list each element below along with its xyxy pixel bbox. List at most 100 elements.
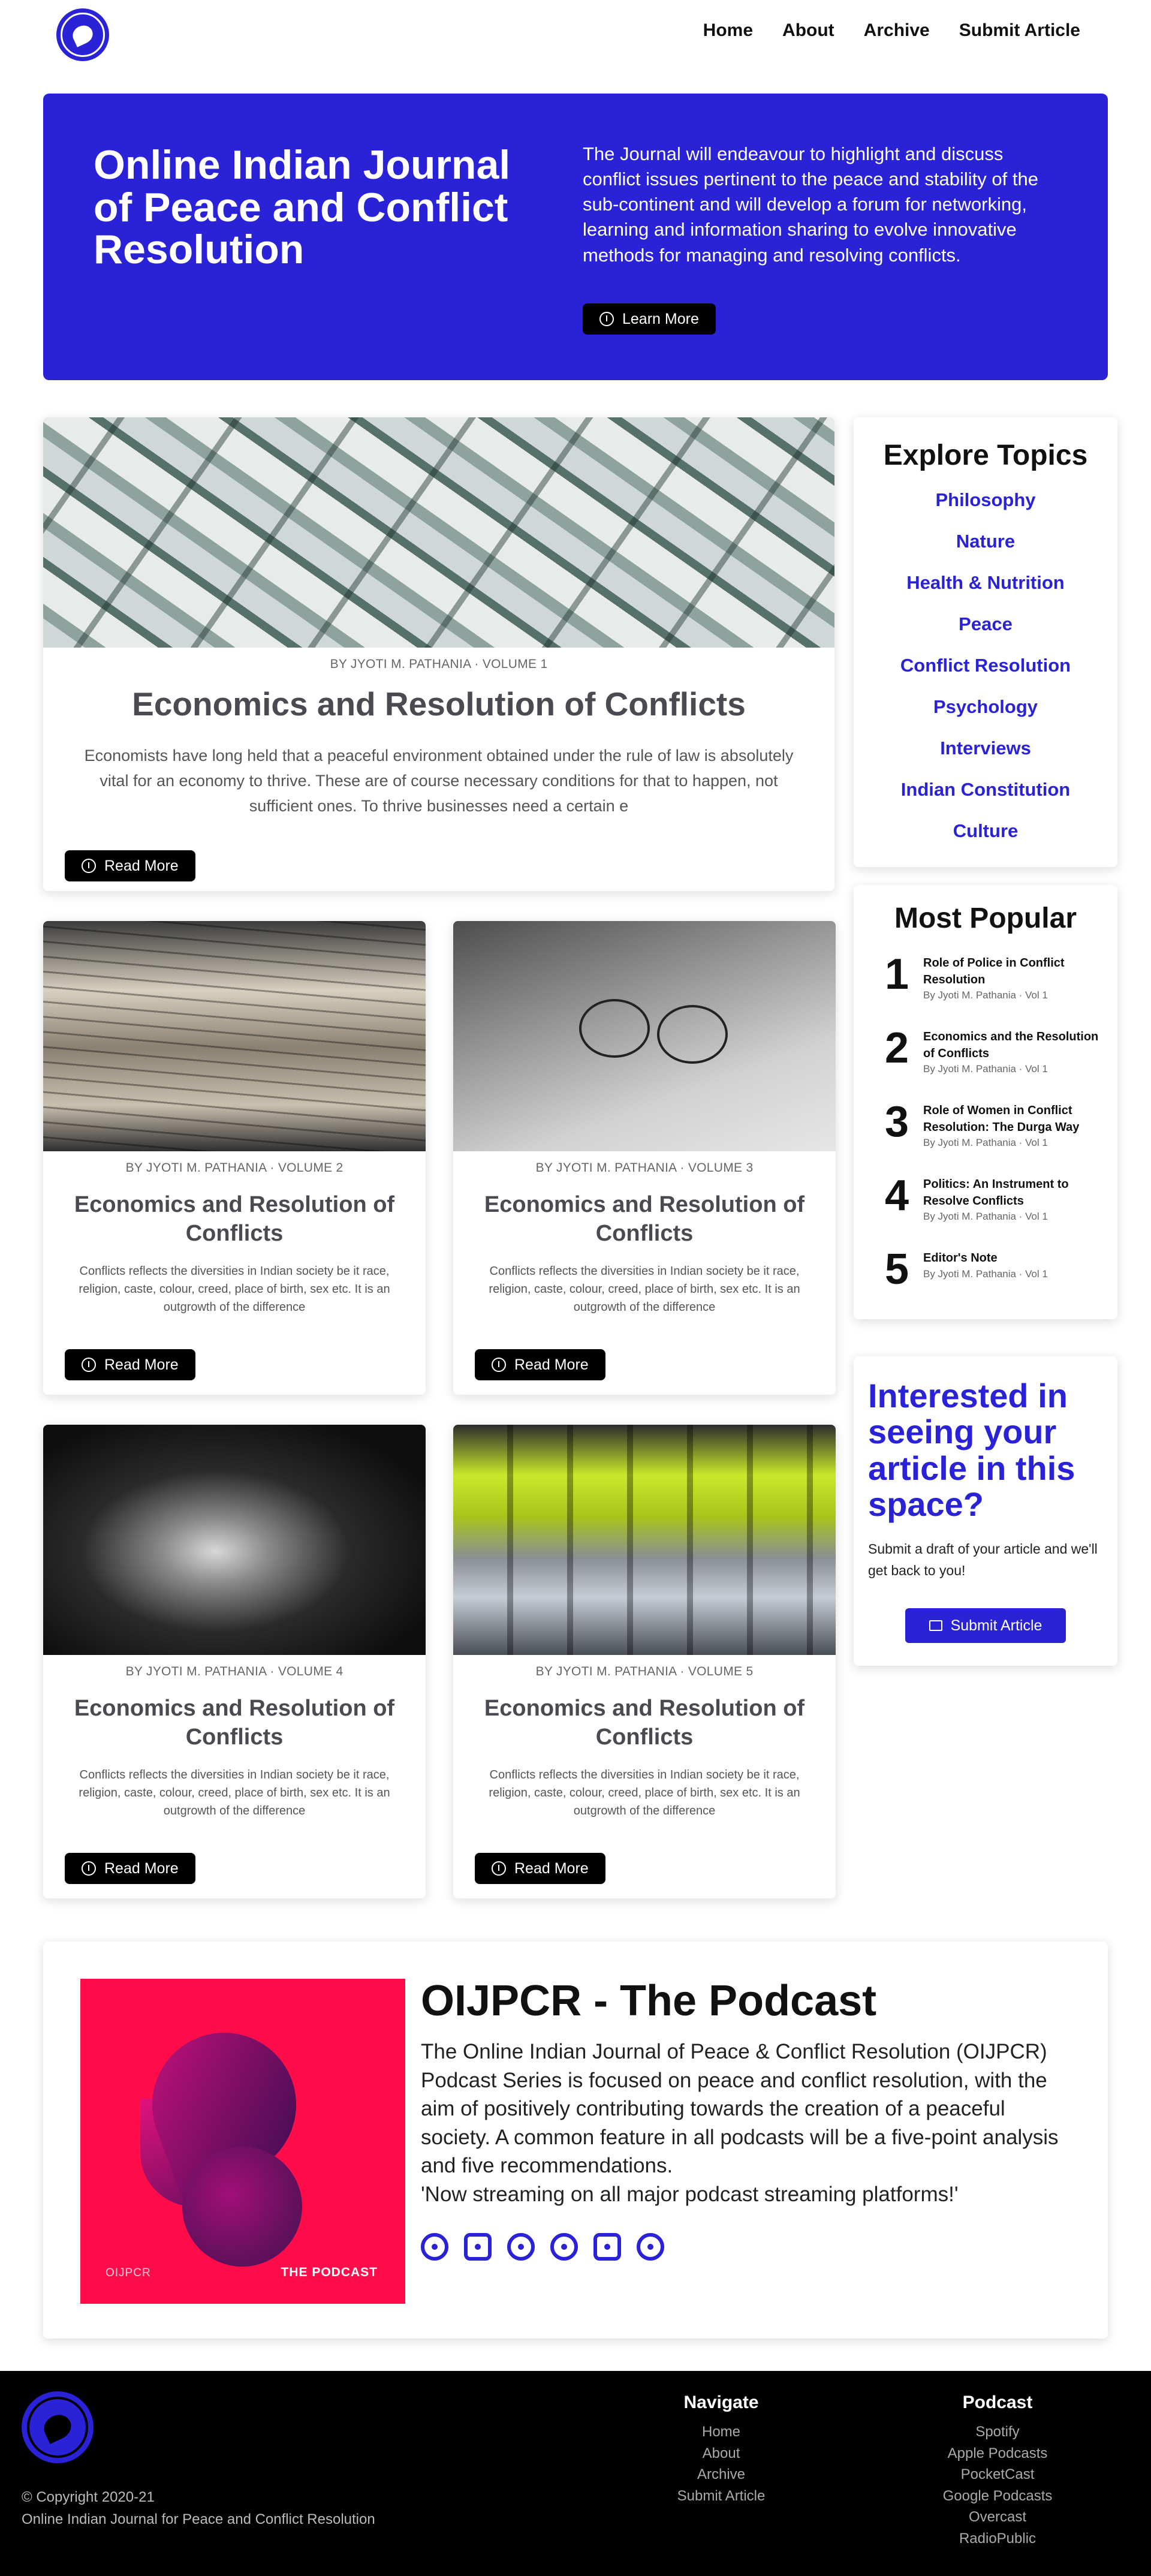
nav-about[interactable]: About [782, 20, 834, 40]
topic-culture[interactable]: Culture [854, 817, 1117, 859]
featured-article-image [43, 417, 834, 648]
article-byline: BY JYOTI M. PATHANIA · VOLUME 2 [125, 1161, 344, 1175]
popular-title[interactable]: Economics and the Resolution of Conflict… [923, 1029, 1103, 1062]
topic-interviews[interactable]: Interviews [854, 735, 1117, 776]
topic-conflict-resolution[interactable]: Conflict Resolution [854, 652, 1117, 693]
read-more-label: Read More [104, 1356, 179, 1373]
radiopublic-icon[interactable] [593, 2233, 621, 2261]
popular-title[interactable]: Role of Women in Conflict Resolution: Th… [923, 1103, 1103, 1136]
nav-submit-article[interactable]: Submit Article [959, 20, 1080, 40]
newspapers-image [43, 921, 426, 1151]
apple-podcasts-icon[interactable] [464, 2233, 492, 2261]
footer-link-about[interactable]: About [665, 2443, 777, 2464]
popular-title[interactable]: Role of Police in Conflict Resolution [923, 955, 1103, 988]
popular-item[interactable]: 5 Editor's Note By Jyoti M. Pathania · Vo… [854, 1245, 1117, 1319]
footer-link-home[interactable]: Home [665, 2421, 777, 2443]
nav-home[interactable]: Home [703, 20, 753, 40]
read-more-button[interactable]: Read More [65, 850, 195, 881]
popular-meta: By Jyoti M. Pathania · Vol 1 [923, 1063, 1048, 1075]
footer-link-archive[interactable]: Archive [665, 2464, 777, 2485]
read-more-button[interactable]: Read More [65, 1349, 195, 1380]
popular-item[interactable]: 2 Economics and the Resolution of Confli… [854, 1027, 1117, 1103]
popular-title[interactable]: Politics: An Instrument to Resolve Confl… [923, 1176, 1103, 1209]
read-more-button[interactable]: Read More [475, 1349, 605, 1380]
footer-link-spotify[interactable]: Spotify [928, 2421, 1067, 2443]
hero-title: Online Indian Journal of Peace and Confl… [94, 142, 511, 273]
popular-item[interactable]: 4 Politics: An Instrument to Resolve Con… [854, 1172, 1117, 1250]
topic-health-nutrition[interactable]: Health & Nutrition [854, 569, 1117, 610]
popular-item[interactable]: 3 Role of Women in Conflict Resolution: … [854, 1098, 1117, 1176]
read-more-label: Read More [514, 1356, 589, 1373]
submit-cta-title: Interested in seeing your article in thi… [868, 1377, 1075, 1524]
explore-topics-title: Explore Topics [883, 440, 1088, 471]
popular-rank: 3 [885, 1098, 909, 1146]
read-more-button[interactable]: Read More [65, 1853, 195, 1884]
submit-article-label: Submit Article [950, 1617, 1042, 1634]
footer-link-apple-podcasts[interactable]: Apple Podcasts [928, 2443, 1067, 2464]
featured-article-card[interactable]: BY JYOTI M. PATHANIA · VOLUME 1 Economic… [43, 417, 834, 891]
logo-ring [61, 13, 105, 57]
popular-rank: 5 [885, 1245, 909, 1293]
hero-banner: Online Indian Journal of Peace and Confl… [43, 94, 1108, 380]
read-more-label: Read More [104, 1859, 179, 1877]
footer-podcast-title: Podcast [962, 2393, 1033, 2412]
dove-art-shape [182, 2147, 302, 2267]
top-navbar: Home About Archive Submit Article [0, 0, 1151, 72]
popular-meta: By Jyoti M. Pathania · Vol 1 [923, 1137, 1048, 1149]
article-title[interactable]: Economics and Resolution of Conflicts [43, 685, 834, 723]
learn-more-button[interactable]: Learn More [583, 303, 716, 335]
article-title[interactable]: Economics and Resolution of Conflicts [67, 1695, 402, 1752]
article-card-volume-4[interactable]: BY JYOTI M. PATHANIA · VOLUME 4 Economic… [43, 1425, 426, 1898]
read-more-label: Read More [104, 857, 179, 874]
footer-link-google-podcasts[interactable]: Google Podcasts [928, 2485, 1067, 2507]
site-logo[interactable] [56, 8, 109, 61]
read-more-button[interactable]: Read More [475, 1853, 605, 1884]
podcast-description-text: The Online Indian Journal of Peace & Con… [421, 2040, 1059, 2178]
info-icon [492, 1358, 506, 1372]
popular-title[interactable]: Editor's Note [923, 1250, 1103, 1267]
footer-link-radiopublic[interactable]: RadioPublic [928, 2528, 1067, 2550]
footer-copyright: © Copyright 2020-21 Online Indian Journa… [22, 2486, 375, 2531]
footer-link-submit-article[interactable]: Submit Article [665, 2485, 777, 2507]
popular-rank: 4 [885, 1172, 909, 1220]
article-title[interactable]: Economics and Resolution of Conflicts [67, 1191, 402, 1248]
info-icon [492, 1861, 506, 1876]
article-card-volume-3[interactable]: BY JYOTI M. PATHANIA · VOLUME 3 Economic… [453, 921, 836, 1395]
topic-indian-constitution[interactable]: Indian Constitution [854, 776, 1117, 817]
durga-statue-image [43, 1425, 426, 1655]
org-name: Online Indian Journal for Peace and Conf… [22, 2511, 375, 2528]
hero-description: The Journal will endeavour to highlight … [583, 143, 1038, 266]
police-line-image [453, 1425, 836, 1655]
submit-article-button[interactable]: Submit Article [905, 1608, 1066, 1643]
popular-meta: By Jyoti M. Pathania · Vol 1 [923, 1211, 1048, 1223]
podcast-art-brand: OIJPCR [106, 2267, 151, 2279]
explore-topics-panel: Explore Topics Philosophy Nature Health … [854, 417, 1117, 867]
podcast-section: OIJPCR THE PODCAST OIJPCR - The Podcast … [43, 1942, 1108, 2339]
popular-item[interactable]: 1 Role of Police in Conflict Resolution B… [854, 950, 1117, 1029]
article-card-volume-5[interactable]: BY JYOTI M. PATHANIA · VOLUME 5 Economic… [453, 1425, 836, 1898]
popular-rank: 1 [885, 950, 909, 998]
glasses-image [453, 921, 836, 1151]
article-excerpt: Economists have long held that a peacefu… [84, 747, 794, 815]
article-title[interactable]: Economics and Resolution of Conflicts [477, 1695, 812, 1752]
article-title[interactable]: Economics and Resolution of Conflicts [477, 1191, 812, 1248]
footer-link-overcast[interactable]: Overcast [928, 2506, 1067, 2528]
topic-peace[interactable]: Peace [854, 610, 1117, 652]
topic-nature[interactable]: Nature [854, 528, 1117, 569]
topic-philosophy[interactable]: Philosophy [854, 486, 1117, 528]
overcast-icon[interactable] [637, 2233, 664, 2261]
logo-ring [27, 2397, 88, 2458]
spotify-icon[interactable] [421, 2233, 448, 2261]
footer-logo[interactable] [22, 2391, 94, 2463]
footer-link-pocketcast[interactable]: PocketCast [928, 2464, 1067, 2485]
podcast-title: OIJPCR - The Podcast [421, 1977, 877, 2025]
footer-navigate-title: Navigate [683, 2393, 759, 2412]
pocketcast-icon[interactable] [507, 2233, 535, 2261]
article-card-volume-2[interactable]: BY JYOTI M. PATHANIA · VOLUME 2 Economic… [43, 921, 426, 1395]
learn-more-label: Learn More [622, 310, 699, 327]
topic-psychology[interactable]: Psychology [854, 693, 1117, 735]
google-podcasts-icon[interactable] [550, 2233, 578, 2261]
nav-archive[interactable]: Archive [864, 20, 930, 40]
most-popular-title: Most Popular [894, 902, 1077, 934]
info-icon [82, 859, 96, 873]
